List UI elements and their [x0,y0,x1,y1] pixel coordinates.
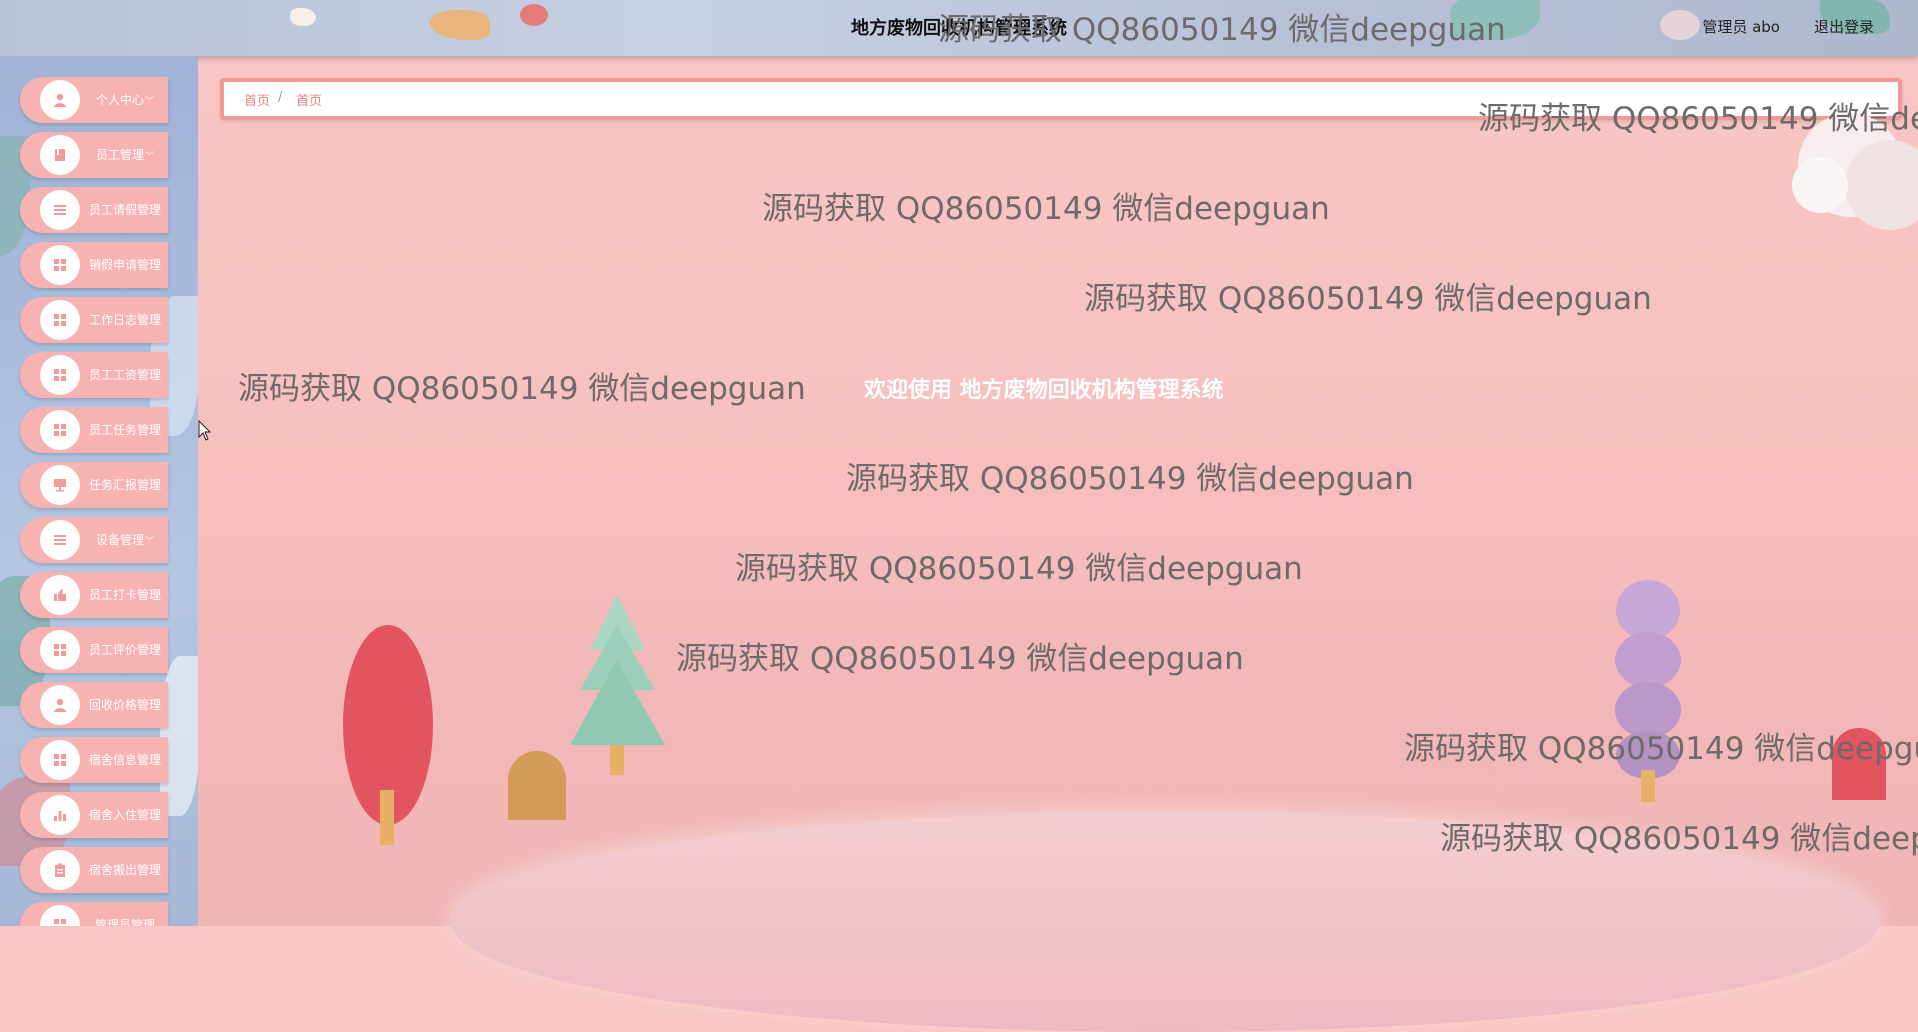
sidebar-item-label: 员工工资管理 [82,366,168,383]
chevron-down-icon: ﹀ [145,537,155,547]
sidebar-item-label: 宿舍搬出管理 [82,861,168,878]
sidebar-item-label: 工作日志管理 [82,311,168,328]
sidebar-item[interactable]: 宿舍信息管理 [20,737,168,783]
sidebar-item-label: 任务汇报管理 [82,476,168,493]
watermark-text: 源码获取 QQ86050149 微信deepguan [1440,821,1918,857]
breadcrumb-separator: / [278,90,283,105]
grid-icon [40,630,80,670]
watermark-text: 源码获取 QQ86050149 微信deepguan [676,641,1244,677]
sidebar-item-label: 员工请假管理 [82,201,168,218]
sidebar-item-label: 宿舍入住管理 [82,806,168,823]
sidebar-item[interactable]: 员工打卡管理 [20,572,168,618]
sidebar-item[interactable]: 宿舍搬出管理 [20,847,168,893]
grid-icon [40,355,80,395]
monitor-icon [40,465,80,505]
sidebar-item-label: 员工打卡管理 [82,586,168,603]
sidebar-item[interactable]: 管理员管理 [20,902,168,926]
sidebar-item[interactable]: 宿舍入住管理 [20,792,168,838]
sidebar-item[interactable]: 员工请假管理 [20,187,168,233]
list-icon [40,190,80,230]
sidebar-item-label: 回收价格管理 [82,696,168,713]
watermark-text: 源码获取 QQ86050149 微信deepguan [1084,281,1652,317]
sidebar-item-text: 员工评价管理 [88,643,161,657]
sidebar-item-label: 宿舍信息管理 [82,751,168,768]
sidebar-item-label: 员工任务管理 [82,421,168,438]
sidebar-item-label: 个人中心﹀ [82,91,168,108]
watermark-text: 源码获取 QQ86050149 微信deepguan [238,371,806,407]
grid-icon [40,905,80,926]
user-icon [40,685,80,725]
sidebar-item[interactable]: 个人中心﹀ [20,77,168,123]
sidebar-item-text: 个人中心 [95,93,144,107]
sidebar-item-label: 设备管理﹀ [82,531,168,548]
sidebar-item-label: 管理员管理 [82,916,168,926]
list-icon [40,520,80,560]
sidebar-item-text: 设备管理 [95,533,144,547]
sidebar-item[interactable]: 任务汇报管理 [20,462,168,508]
sidebar-item[interactable]: 工作日志管理 [20,297,168,343]
grid-icon [40,740,80,780]
watermark-text: 源码获取 QQ86050149 微信deepguan [1478,101,1918,137]
sidebar-item-label: 销假申请管理 [82,256,168,273]
sidebar-item-label: 员工管理﹀ [82,146,168,163]
sidebar-item-text: 管理员管理 [94,918,155,926]
watermark-text: 源码获取 QQ86050149 微信deepguan [1404,731,1918,767]
sidebar-item-text: 员工请假管理 [88,203,161,217]
grid-icon [40,245,80,285]
sidebar-item-text: 员工工资管理 [88,368,161,382]
sidebar-item-text: 任务汇报管理 [88,478,161,492]
sidebar-item[interactable]: 销假申请管理 [20,242,168,288]
watermark-text: 源码获取 QQ86050149 微信deepguan [846,461,1414,497]
user-icon [40,80,80,120]
book-icon [40,135,80,175]
sidebar-item-text: 宿舍入住管理 [88,808,161,822]
sidebar-item-text: 员工任务管理 [88,423,161,437]
welcome-message: 欢迎使用 地方废物回收机构管理系统 [864,378,1224,403]
chevron-down-icon: ﹀ [145,97,155,107]
sidebar-item[interactable]: 员工任务管理 [20,407,168,453]
sidebar-item-text: 销假申请管理 [88,258,161,272]
sidebar-item-text: 员工管理 [95,148,144,162]
watermark-text: 源码获取 QQ86050149 微信deepguan [735,551,1303,587]
clipboard-icon [40,850,80,890]
thumb-icon [40,575,80,615]
breadcrumb-current: 首页 [296,94,323,109]
grid-icon [40,300,80,340]
sidebar-item[interactable]: 员工工资管理 [20,352,168,398]
sidebar-item-text: 宿舍搬出管理 [88,863,161,877]
watermark-text: 源码获取 QQ86050149 微信deepguan [938,12,1506,48]
mouse-cursor-icon [198,420,212,441]
sidebar-item-text: 员工打卡管理 [88,588,161,602]
logout-button[interactable]: 退出登录 [1814,16,1874,37]
bar-chart-icon [40,795,80,835]
current-user-label: 管理员 abo [1702,18,1780,36]
sidebar-item[interactable]: 员工管理﹀ [20,132,168,178]
grid-icon [40,410,80,450]
sidebar-item[interactable]: 回收价格管理 [20,682,168,728]
sidebar-item-text: 回收价格管理 [88,698,161,712]
sidebar-item[interactable]: 员工评价管理 [20,627,168,673]
breadcrumb-home-link[interactable]: 首页 [244,90,270,109]
chevron-down-icon: ﹀ [145,152,155,162]
sidebar-item-label: 员工评价管理 [82,641,168,658]
watermark-text: 源码获取 QQ86050149 微信deepguan [762,191,1330,227]
sidebar-item-text: 宿舍信息管理 [88,753,161,767]
sidebar-item-text: 工作日志管理 [88,313,161,327]
sidebar: 个人中心﹀ 员工管理﹀ 员工请假管理 销假申请管理 工作日志管理 员工工资管理 员工任务管理… [0,56,198,926]
sidebar-item[interactable]: 设备管理﹀ [20,517,168,563]
